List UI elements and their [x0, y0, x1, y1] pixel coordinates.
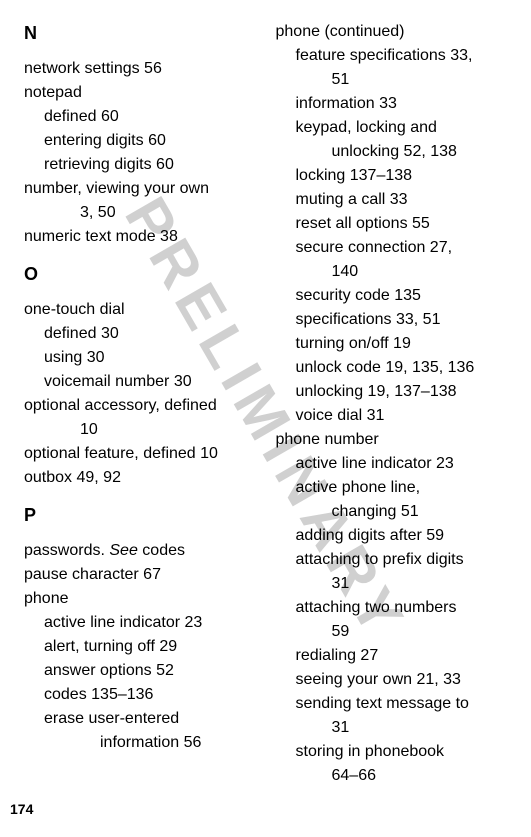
index-entry: voice dial 31: [296, 404, 508, 428]
index-entry: using 30: [44, 346, 256, 370]
index-entry: optional feature, defined 10: [24, 442, 256, 466]
index-entry: unlocking 52, 138: [332, 140, 508, 164]
index-entry: specifications 33, 51: [296, 308, 508, 332]
index-entry: outbox 49, 92: [24, 466, 256, 490]
index-entry: locking 137–138: [296, 164, 508, 188]
index-entry: unlock code 19, 135, 136: [296, 356, 508, 380]
index-entry: attaching two numbers: [296, 596, 508, 620]
index-entry: keypad, locking and: [296, 116, 508, 140]
index-entry: 59: [332, 620, 508, 644]
index-content: N network settings 56notepaddefined 60en…: [24, 20, 507, 788]
index-entry: security code 135: [296, 284, 508, 308]
index-entry: sending text message to: [296, 692, 508, 716]
index-entry: reset all options 55: [296, 212, 508, 236]
index-entry: entering digits 60: [44, 129, 256, 153]
entries-o: one-touch dialdefined 30using 30voicemai…: [24, 298, 256, 490]
index-entry: information 33: [296, 92, 508, 116]
index-entry: feature specifications 33,: [296, 44, 508, 68]
index-entry: one-touch dial: [24, 298, 256, 322]
index-entry: voicemail number 30: [44, 370, 256, 394]
index-entry: codes 135–136: [44, 683, 256, 707]
index-entry: pause character 67: [24, 563, 256, 587]
index-entry: number, viewing your own: [24, 177, 256, 201]
index-entry: passwords. See codes: [24, 539, 256, 563]
index-entry: active line indicator 23: [296, 452, 508, 476]
index-entry: 31: [332, 716, 508, 740]
index-entry: 3, 50: [80, 201, 256, 225]
index-entry: unlocking 19, 137–138: [296, 380, 508, 404]
index-entry: phone (continued): [276, 20, 508, 44]
page-number: 174: [10, 801, 33, 817]
entries-p: passwords. See codespause character 67ph…: [24, 539, 256, 755]
index-entry: changing 51: [332, 500, 508, 524]
index-entry: defined 60: [44, 105, 256, 129]
index-entry: 10: [80, 418, 256, 442]
index-entry: notepad: [24, 81, 256, 105]
index-entry: numeric text mode 38: [24, 225, 256, 249]
section-letter-n: N: [24, 20, 256, 47]
index-entry: phone number: [276, 428, 508, 452]
right-column: phone (continued)feature specifications …: [276, 20, 508, 788]
index-entry: retrieving digits 60: [44, 153, 256, 177]
index-entry: phone: [24, 587, 256, 611]
section-letter-o: O: [24, 261, 256, 288]
index-entry: defined 30: [44, 322, 256, 346]
index-entry: 140: [332, 260, 508, 284]
index-entry: redialing 27: [296, 644, 508, 668]
index-entry: network settings 56: [24, 57, 256, 81]
index-entry: optional accessory, defined: [24, 394, 256, 418]
index-entry: seeing your own 21, 33: [296, 668, 508, 692]
index-entry: storing in phonebook: [296, 740, 508, 764]
index-entry: 64–66: [332, 764, 508, 788]
index-entry: active line indicator 23: [44, 611, 256, 635]
index-entry: answer options 52: [44, 659, 256, 683]
entries-n: network settings 56notepaddefined 60ente…: [24, 57, 256, 249]
index-entry: muting a call 33: [296, 188, 508, 212]
index-entry: erase user-entered: [44, 707, 256, 731]
index-entry: turning on/off 19: [296, 332, 508, 356]
left-column: N network settings 56notepaddefined 60en…: [24, 20, 256, 788]
index-entry: attaching to prefix digits: [296, 548, 508, 572]
index-entry: active phone line,: [296, 476, 508, 500]
section-letter-p: P: [24, 502, 256, 529]
index-entry: alert, turning off 29: [44, 635, 256, 659]
index-entry: 51: [332, 68, 508, 92]
index-entry: information 56: [100, 731, 256, 755]
index-entry: 31: [332, 572, 508, 596]
index-entry: secure connection 27,: [296, 236, 508, 260]
index-entry: adding digits after 59: [296, 524, 508, 548]
